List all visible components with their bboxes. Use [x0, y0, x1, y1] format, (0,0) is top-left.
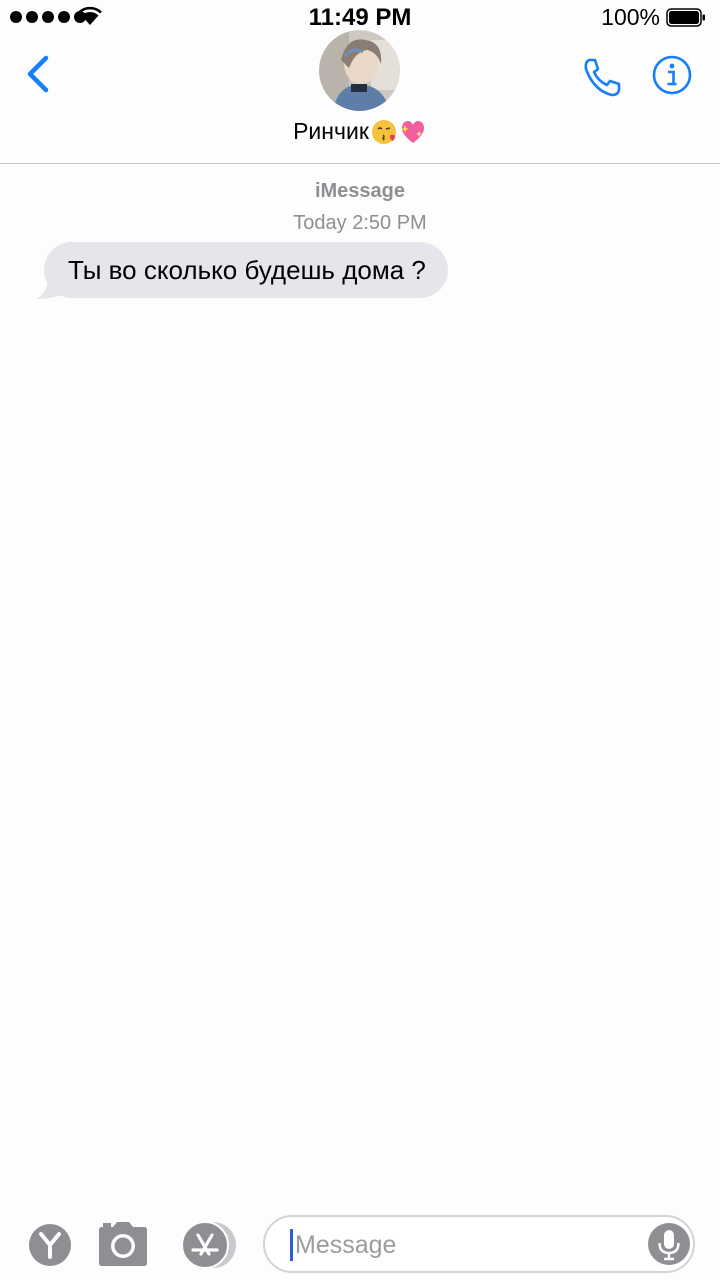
chevron-left-icon	[27, 55, 49, 93]
info-icon	[652, 55, 692, 95]
camera-button[interactable]	[98, 1221, 148, 1267]
phone-icon	[584, 58, 621, 97]
contact-avatar[interactable]	[319, 30, 400, 111]
message-input[interactable]: Message	[263, 1215, 695, 1273]
message-timestamp: Today 2:50 PM	[293, 212, 427, 234]
sparkling-heart-emoji	[400, 120, 424, 143]
text-cursor	[290, 1229, 293, 1261]
status-bar: 11:49 PM 100%	[0, 0, 720, 34]
message-bubble: Ты во сколько будешь дома ?	[44, 242, 448, 298]
digital-touch-button[interactable]	[28, 1223, 72, 1267]
message-placeholder: Message	[295, 1231, 397, 1259]
contact-name-text: Ринчик	[293, 118, 369, 144]
microphone-icon	[648, 1223, 690, 1265]
appstore-button[interactable]	[178, 1221, 240, 1269]
kissing-face-heart-emoji	[371, 119, 396, 144]
battery-icon	[666, 8, 705, 27]
incoming-message[interactable]: Ты во сколько будешь дома ?	[34, 242, 448, 299]
battery-percentage: 100%	[601, 4, 660, 30]
input-toolbar: Message	[0, 1205, 720, 1280]
digital-touch-icon	[29, 1224, 71, 1266]
call-button[interactable]	[580, 55, 624, 99]
info-button[interactable]	[652, 55, 692, 95]
service-label: iMessage	[314, 180, 406, 202]
conversation-header: 11:49 PM 100% Ринчик	[0, 0, 720, 164]
back-button[interactable]	[22, 52, 56, 96]
appstore-icon	[181, 1221, 236, 1269]
camera-icon	[99, 1222, 147, 1266]
dictation-button[interactable]	[647, 1222, 691, 1266]
contact-name[interactable]: Ринчик	[0, 118, 720, 145]
messages-screen: 11:49 PM 100% Ринчик iMessage Today 2:50…	[0, 0, 720, 1280]
